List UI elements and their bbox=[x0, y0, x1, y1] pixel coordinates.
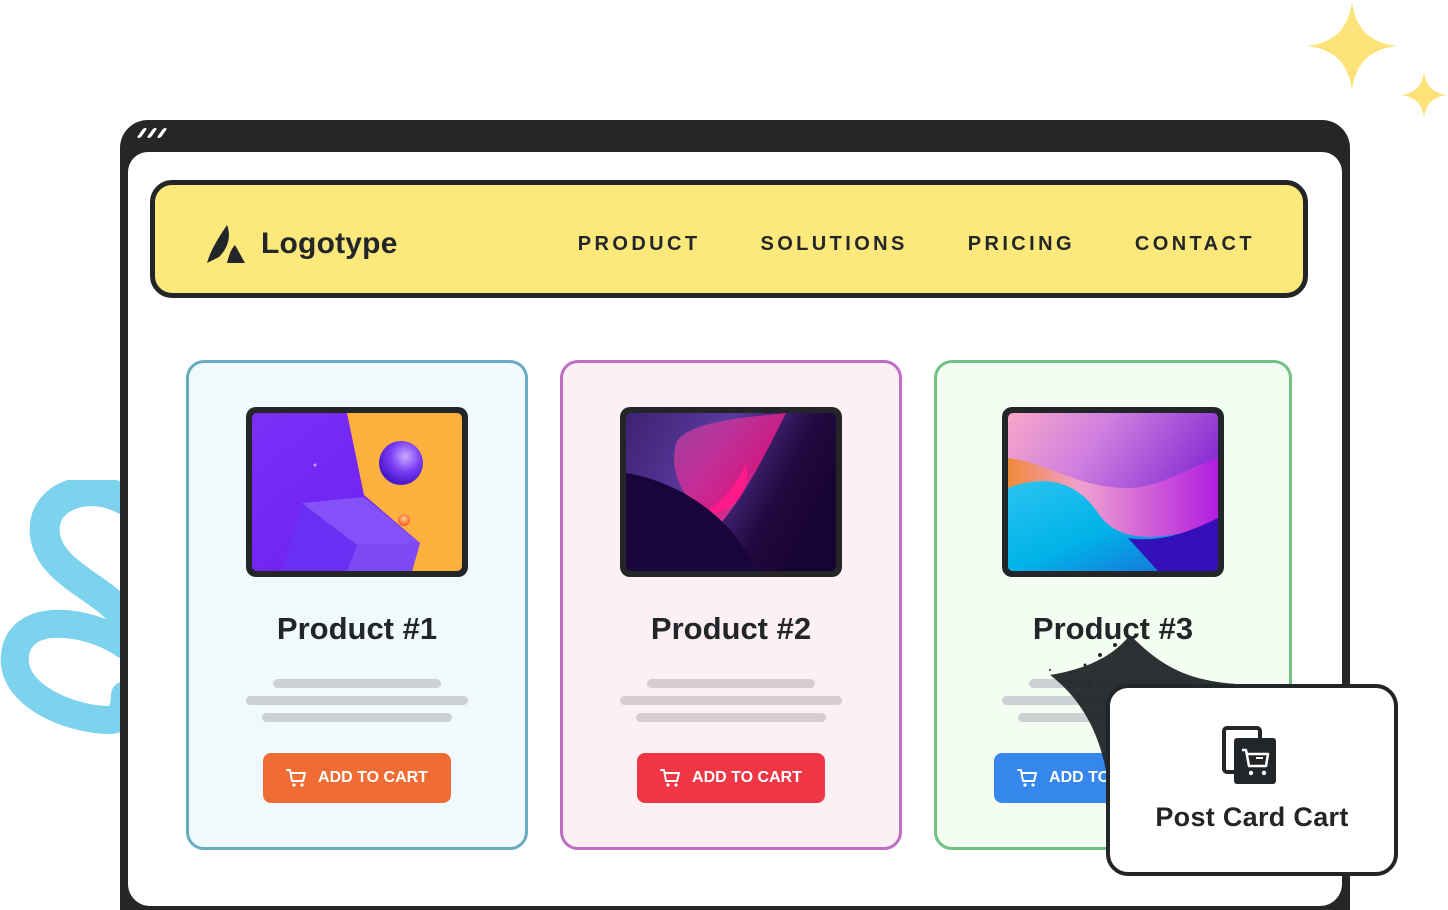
post-card-cart-popover[interactable]: Post Card Cart bbox=[1106, 684, 1398, 876]
sparkles-decoration bbox=[1308, 2, 1446, 118]
product-title: Product #2 bbox=[650, 611, 812, 646]
squiggle-decoration bbox=[0, 480, 130, 735]
navbar: Logotype PRODUCT SOLUTIONS PRICING CONTA… bbox=[150, 180, 1308, 298]
sparkle-large-icon bbox=[1308, 2, 1396, 90]
nav-link-solutions[interactable]: SOLUTIONS bbox=[760, 233, 907, 256]
cart-cards-icon bbox=[1222, 726, 1276, 784]
placeholder-line bbox=[636, 713, 826, 722]
placeholder-line bbox=[620, 696, 842, 705]
product-image-3 bbox=[1002, 407, 1224, 577]
add-to-cart-button[interactable]: ADD TO CART bbox=[263, 753, 451, 803]
cart-icon bbox=[660, 769, 681, 787]
nav-link-contact[interactable]: CONTACT bbox=[1135, 233, 1255, 256]
logo-icon bbox=[207, 225, 245, 263]
logo[interactable]: Logotype bbox=[205, 223, 398, 265]
window-controls bbox=[136, 128, 168, 138]
description-placeholder bbox=[189, 679, 525, 730]
sparkle-small-icon bbox=[1402, 72, 1446, 118]
add-to-cart-button[interactable]: ADD TO CART bbox=[637, 753, 825, 803]
placeholder-line bbox=[273, 679, 441, 688]
product-image-2 bbox=[620, 407, 842, 577]
window-dot bbox=[146, 128, 158, 138]
placeholder-line bbox=[262, 713, 452, 722]
window-dot bbox=[136, 128, 148, 138]
window-dot bbox=[156, 128, 168, 138]
cart-icon bbox=[286, 769, 307, 787]
popover-title: Post Card Cart bbox=[1155, 802, 1349, 832]
product-card-1: Product #1 ADD TO CART bbox=[186, 360, 528, 850]
nav-link-product[interactable]: PRODUCT bbox=[578, 233, 701, 256]
add-to-cart-label: ADD TO CART bbox=[692, 769, 802, 786]
nav-link-pricing[interactable]: PRICING bbox=[968, 233, 1075, 256]
nav-links: PRODUCT SOLUTIONS PRICING CONTACT bbox=[578, 233, 1255, 256]
placeholder-line bbox=[246, 696, 468, 705]
description-placeholder bbox=[563, 679, 899, 730]
product-card-2: Product #2 ADD TO CART bbox=[560, 360, 902, 850]
placeholder-line bbox=[647, 679, 815, 688]
product-image-1 bbox=[246, 407, 468, 577]
add-to-cart-label: ADD TO CART bbox=[318, 769, 428, 786]
product-title: Product #1 bbox=[276, 611, 438, 646]
logo-text: Logotype bbox=[261, 227, 398, 260]
